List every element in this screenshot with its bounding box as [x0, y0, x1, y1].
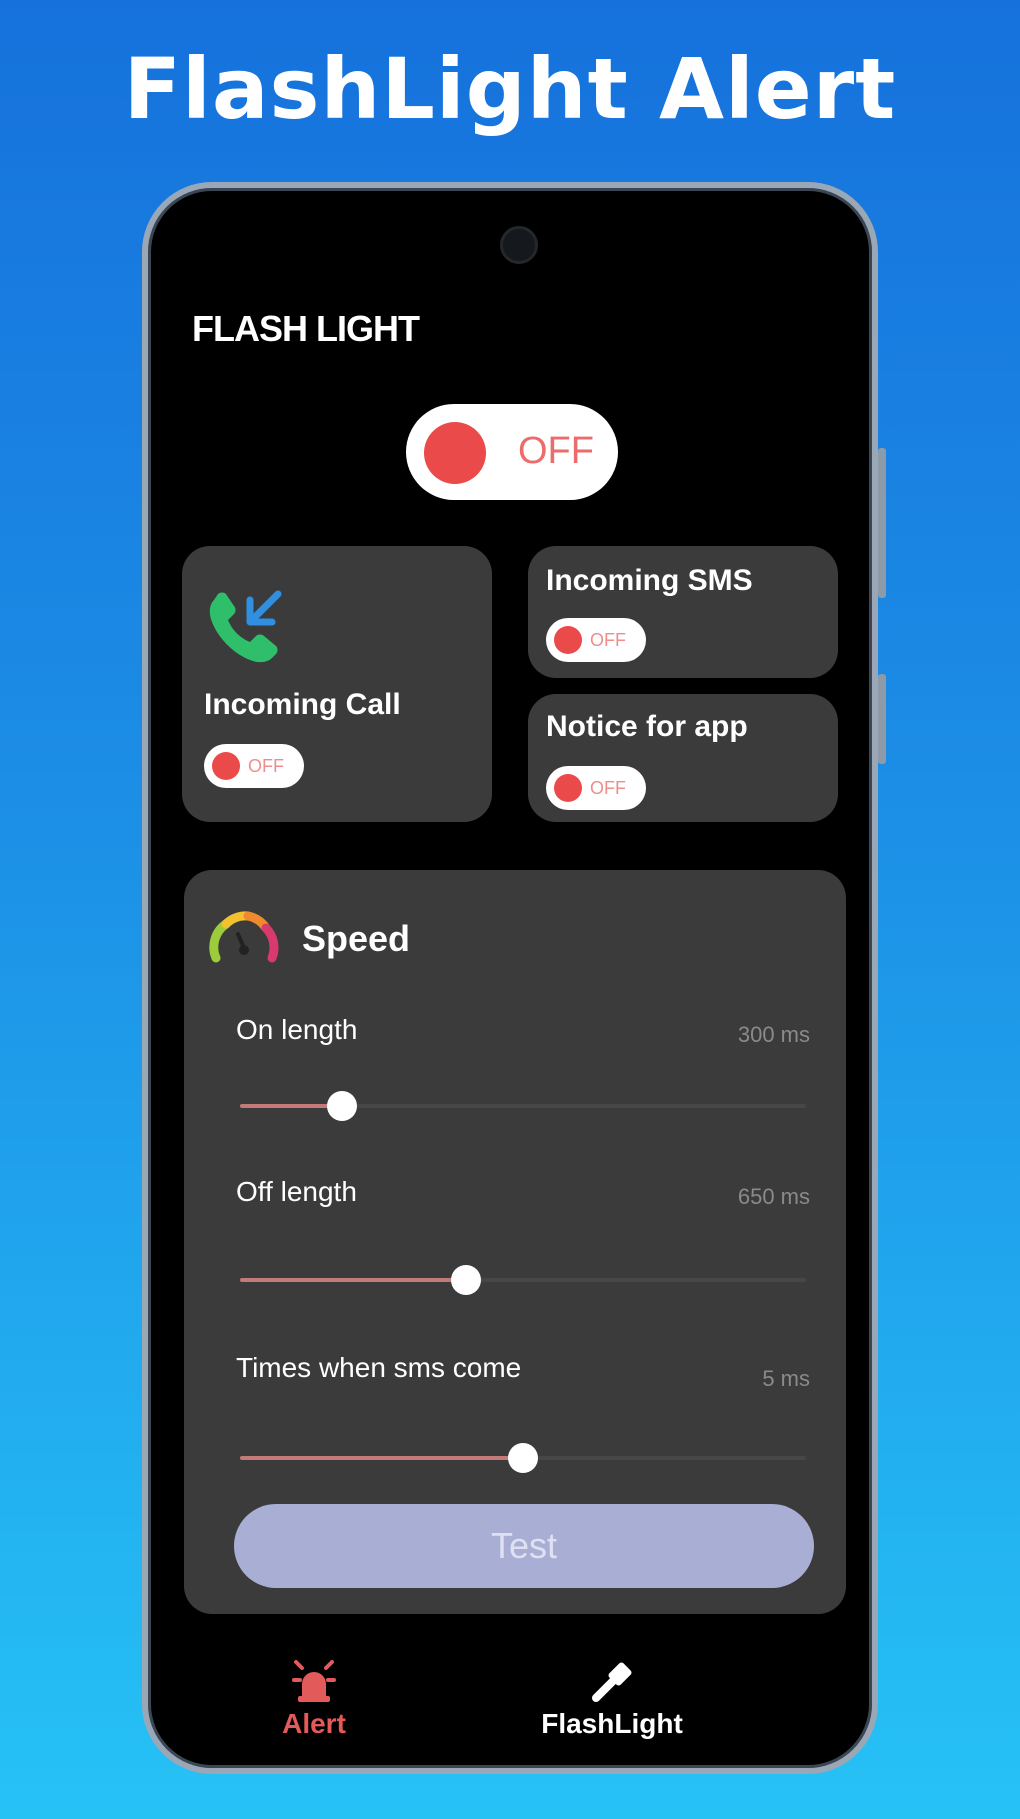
- toggle-state-label: OFF: [518, 430, 594, 472]
- incoming-call-label: Incoming Call: [204, 688, 401, 721]
- app-title: FLASH LIGHT: [192, 308, 420, 349]
- incoming-call-card[interactable]: Incoming Call OFF: [182, 546, 492, 822]
- toggle-knob: [554, 626, 582, 654]
- incoming-call-toggle[interactable]: OFF: [204, 744, 304, 788]
- incoming-sms-label: Incoming SMS: [546, 564, 753, 597]
- toggle-state-label: OFF: [590, 778, 626, 798]
- notice-app-card[interactable]: Notice for app OFF: [528, 694, 838, 822]
- slider-fill: [240, 1278, 467, 1282]
- power-button: [878, 674, 886, 764]
- speed-card: Speed On length 300 ms Off length 650 ms…: [184, 870, 846, 1614]
- slider-value: 300 ms: [737, 1022, 810, 1047]
- toggle-state-label: OFF: [248, 756, 284, 776]
- slider-thumb[interactable]: [451, 1265, 482, 1295]
- incoming-sms-card[interactable]: Incoming SMS OFF: [528, 546, 838, 678]
- slider-label: On length: [236, 1014, 358, 1045]
- toggle-state-label: OFF: [590, 630, 626, 650]
- toggle-knob: [424, 422, 486, 484]
- slider-value: 650 ms: [737, 1184, 810, 1209]
- slider-label: Off length: [236, 1176, 357, 1207]
- slider-label: Times when sms come: [236, 1352, 522, 1383]
- incoming-sms-toggle[interactable]: OFF: [546, 618, 646, 662]
- notice-app-label: Notice for app: [546, 710, 748, 743]
- off-length-slider[interactable]: [240, 1265, 806, 1295]
- phone-frame: FLASH LIGHT OFF Incoming Call OFF Incomi…: [142, 182, 886, 1774]
- toggle-knob: [212, 752, 240, 780]
- nav-label-alert: Alert: [282, 1708, 346, 1739]
- volume-button: [878, 448, 886, 598]
- notice-app-toggle[interactable]: OFF: [546, 766, 646, 810]
- sms-times-slider[interactable]: [240, 1443, 806, 1473]
- slider-thumb[interactable]: [326, 1091, 357, 1121]
- master-flash-toggle[interactable]: OFF: [406, 404, 618, 500]
- nav-item-alert[interactable]: Alert: [254, 1658, 374, 1740]
- slider-thumb[interactable]: [508, 1443, 538, 1473]
- test-button[interactable]: Test: [234, 1504, 814, 1588]
- slider-value: 5 ms: [762, 1366, 810, 1391]
- toggle-knob: [554, 774, 582, 802]
- speed-title: Speed: [302, 918, 411, 959]
- incoming-call-icon: [209, 590, 282, 663]
- nav-item-flashlight[interactable]: FlashLight: [522, 1658, 702, 1740]
- flashlight-icon: [592, 1662, 632, 1702]
- slider-fill: [240, 1456, 523, 1460]
- on-length-slider[interactable]: [240, 1091, 806, 1121]
- alert-bell-icon: [292, 1660, 336, 1702]
- speedometer-icon: [209, 911, 279, 963]
- front-camera: [500, 226, 538, 264]
- nav-label-flashlight: FlashLight: [541, 1708, 683, 1739]
- promo-title: FlashLight Alert: [123, 40, 897, 138]
